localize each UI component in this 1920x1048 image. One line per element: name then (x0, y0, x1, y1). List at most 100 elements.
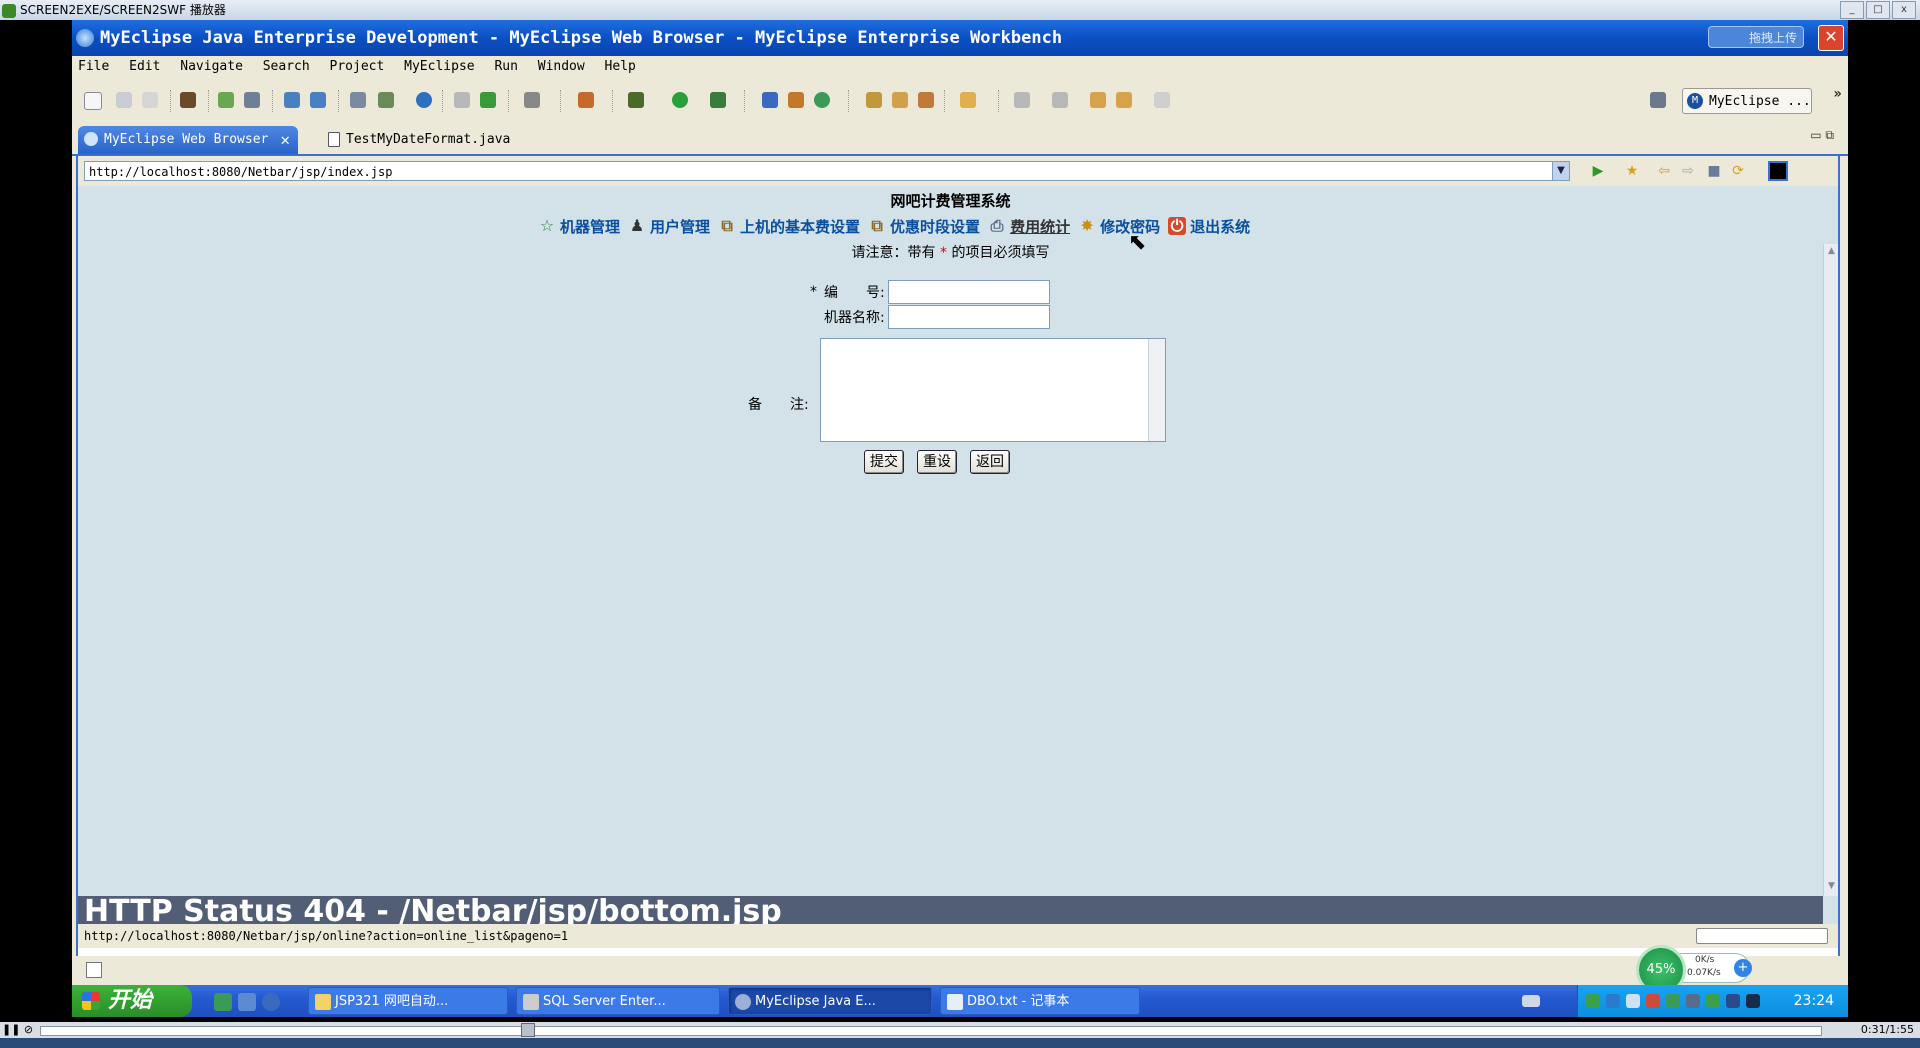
back-icon[interactable] (1116, 92, 1132, 108)
menu-window[interactable]: Window (538, 59, 585, 74)
refresh-icon[interactable] (814, 92, 830, 108)
close-icon[interactable]: x (1892, 1, 1916, 19)
task-sql-server[interactable]: SQL Server Enter... (516, 987, 720, 1015)
tab-close-icon[interactable]: ✕ (280, 126, 290, 154)
url-dropdown-icon[interactable]: ▼ (1552, 161, 1570, 181)
nav-machine-management[interactable]: ☆ 机器管理 (538, 216, 620, 237)
pause-icon[interactable]: ❚❚ ⊘ (2, 1023, 33, 1036)
browser-back-icon[interactable]: ⇦ (1656, 164, 1672, 178)
remark-textarea[interactable] (820, 338, 1166, 442)
window-close-button[interactable]: ✕ (1818, 25, 1844, 51)
url-input[interactable]: http://localhost:8080/Netbar/jsp/index.j… (84, 161, 1564, 181)
stop-icon[interactable]: ■ (1706, 164, 1722, 178)
new-wizard-icon[interactable] (578, 92, 594, 108)
open-task-icon[interactable] (788, 92, 804, 108)
task-myeclipse[interactable]: MyEclipse Java E... (728, 987, 932, 1015)
task-jsp321[interactable]: JSP321 网吧自动... (308, 987, 508, 1015)
reset-button[interactable]: 重设 (917, 450, 957, 474)
minimize-icon[interactable]: _ (1840, 1, 1864, 19)
camera-icon[interactable] (524, 92, 540, 108)
ie-icon[interactable] (262, 993, 280, 1011)
tab-web-browser[interactable]: MyEclipse Web Browser ✕ (78, 126, 298, 154)
volume-icon[interactable] (1626, 994, 1640, 1008)
id-input[interactable] (888, 280, 1050, 304)
debug-tools-icon[interactable] (218, 92, 234, 108)
tray-app-icon[interactable] (1726, 994, 1740, 1008)
quicklaunch-app-icon[interactable] (238, 993, 256, 1011)
undeploy-icon[interactable] (310, 92, 326, 108)
new-icon[interactable] (84, 92, 102, 110)
nav-user-management[interactable]: ♟ 用户管理 (628, 216, 710, 237)
seek-bar[interactable] (40, 1026, 1822, 1036)
accelerate-icon[interactable]: + (1734, 959, 1752, 977)
menu-help[interactable]: Help (605, 59, 636, 74)
open-perspective-icon[interactable] (1650, 92, 1666, 108)
nav-logout[interactable]: ⏻ 退出系统 (1168, 216, 1250, 237)
globe-icon[interactable] (416, 92, 432, 108)
nav-base-fee-settings[interactable]: ⧉ 上机的基本费设置 (718, 216, 860, 237)
pen-icon[interactable] (892, 92, 908, 108)
scroll-down-icon[interactable]: ▼ (1825, 881, 1838, 894)
annotation-icon[interactable] (918, 92, 934, 108)
menu-project[interactable]: Project (330, 59, 385, 74)
task-notepad[interactable]: DBO.txt - 记事本 (940, 987, 1140, 1015)
nav-change-password[interactable]: ✸ 修改密码 (1078, 216, 1160, 237)
tray-app-icon[interactable] (1746, 994, 1760, 1008)
maximize-icon[interactable]: □ (1866, 1, 1890, 19)
seek-thumb[interactable] (521, 1023, 536, 1037)
print-icon[interactable] (142, 92, 158, 108)
toolbar-overflow-icon[interactable]: » (1833, 86, 1842, 102)
fast-view-icon[interactable] (86, 962, 102, 978)
minimize-view-icon[interactable]: ▭ (1810, 128, 1821, 142)
search-icon[interactable] (866, 92, 882, 108)
browser-refresh-icon[interactable]: ⟳ (1730, 164, 1746, 178)
page-scrollbar[interactable]: ▲ ▼ (1823, 244, 1838, 896)
clock[interactable]: 23:24 (1794, 985, 1834, 1017)
run-icon[interactable] (672, 92, 688, 108)
debug-icon[interactable] (628, 92, 644, 108)
browser-menu-icon[interactable] (1768, 161, 1788, 181)
menu-myeclipse[interactable]: MyEclipse (404, 59, 474, 74)
menu-run[interactable]: Run (494, 59, 517, 74)
nav-fee-statistics[interactable]: ⎙ 费用统计 (988, 216, 1070, 237)
menu-file[interactable]: File (78, 59, 109, 74)
external-tools-icon[interactable] (710, 92, 726, 108)
back-button[interactable]: 返回 (970, 450, 1010, 474)
menu-search[interactable]: Search (263, 59, 310, 74)
save-icon[interactable] (116, 92, 132, 108)
menu-edit[interactable]: Edit (129, 59, 160, 74)
tab-java-file[interactable]: TestMyDateFormat.java (322, 126, 518, 154)
server-icon[interactable] (244, 92, 260, 108)
open-folder-icon[interactable] (454, 92, 470, 108)
tray-app-icon[interactable] (1586, 994, 1600, 1008)
tray-app-icon[interactable] (1686, 994, 1700, 1008)
tray-app-icon[interactable] (1706, 994, 1720, 1008)
scroll-up-icon[interactable]: ▲ (1825, 246, 1838, 259)
forward-icon[interactable] (1154, 92, 1170, 108)
next-annotation-icon[interactable] (1014, 92, 1030, 108)
textarea-scrollbar[interactable] (1148, 339, 1165, 441)
nav-discount-period-settings[interactable]: ⧉ 优惠时段设置 (868, 216, 980, 237)
start-button[interactable]: 开始 (72, 985, 192, 1017)
upload-button[interactable]: 拖拽上传 (1708, 26, 1804, 48)
keyboard-icon[interactable] (1522, 995, 1540, 1007)
browser-forward-icon[interactable]: ⇨ (1680, 164, 1696, 178)
folder-icon[interactable] (960, 92, 976, 108)
tray-app-icon[interactable] (1606, 994, 1620, 1008)
network-icon[interactable] (1666, 994, 1680, 1008)
tray-app-icon[interactable] (1646, 994, 1660, 1008)
open-type-icon[interactable] (762, 92, 778, 108)
last-edit-icon[interactable] (1090, 92, 1106, 108)
show-desktop-icon[interactable] (214, 993, 232, 1011)
menu-navigate[interactable]: Navigate (180, 59, 243, 74)
window-layout-icon[interactable] (350, 92, 366, 108)
machine-name-input[interactable] (888, 305, 1050, 329)
package-icon[interactable] (180, 92, 196, 108)
deploy-icon[interactable] (284, 92, 300, 108)
run-server-icon[interactable] (378, 92, 394, 108)
submit-button[interactable]: 提交 (864, 450, 904, 474)
favorites-icon[interactable]: ★ (1624, 164, 1640, 178)
maximize-view-icon[interactable]: ⧉ (1825, 128, 1834, 142)
go-icon[interactable]: ▶ (1590, 164, 1606, 178)
add-icon[interactable] (480, 92, 496, 108)
